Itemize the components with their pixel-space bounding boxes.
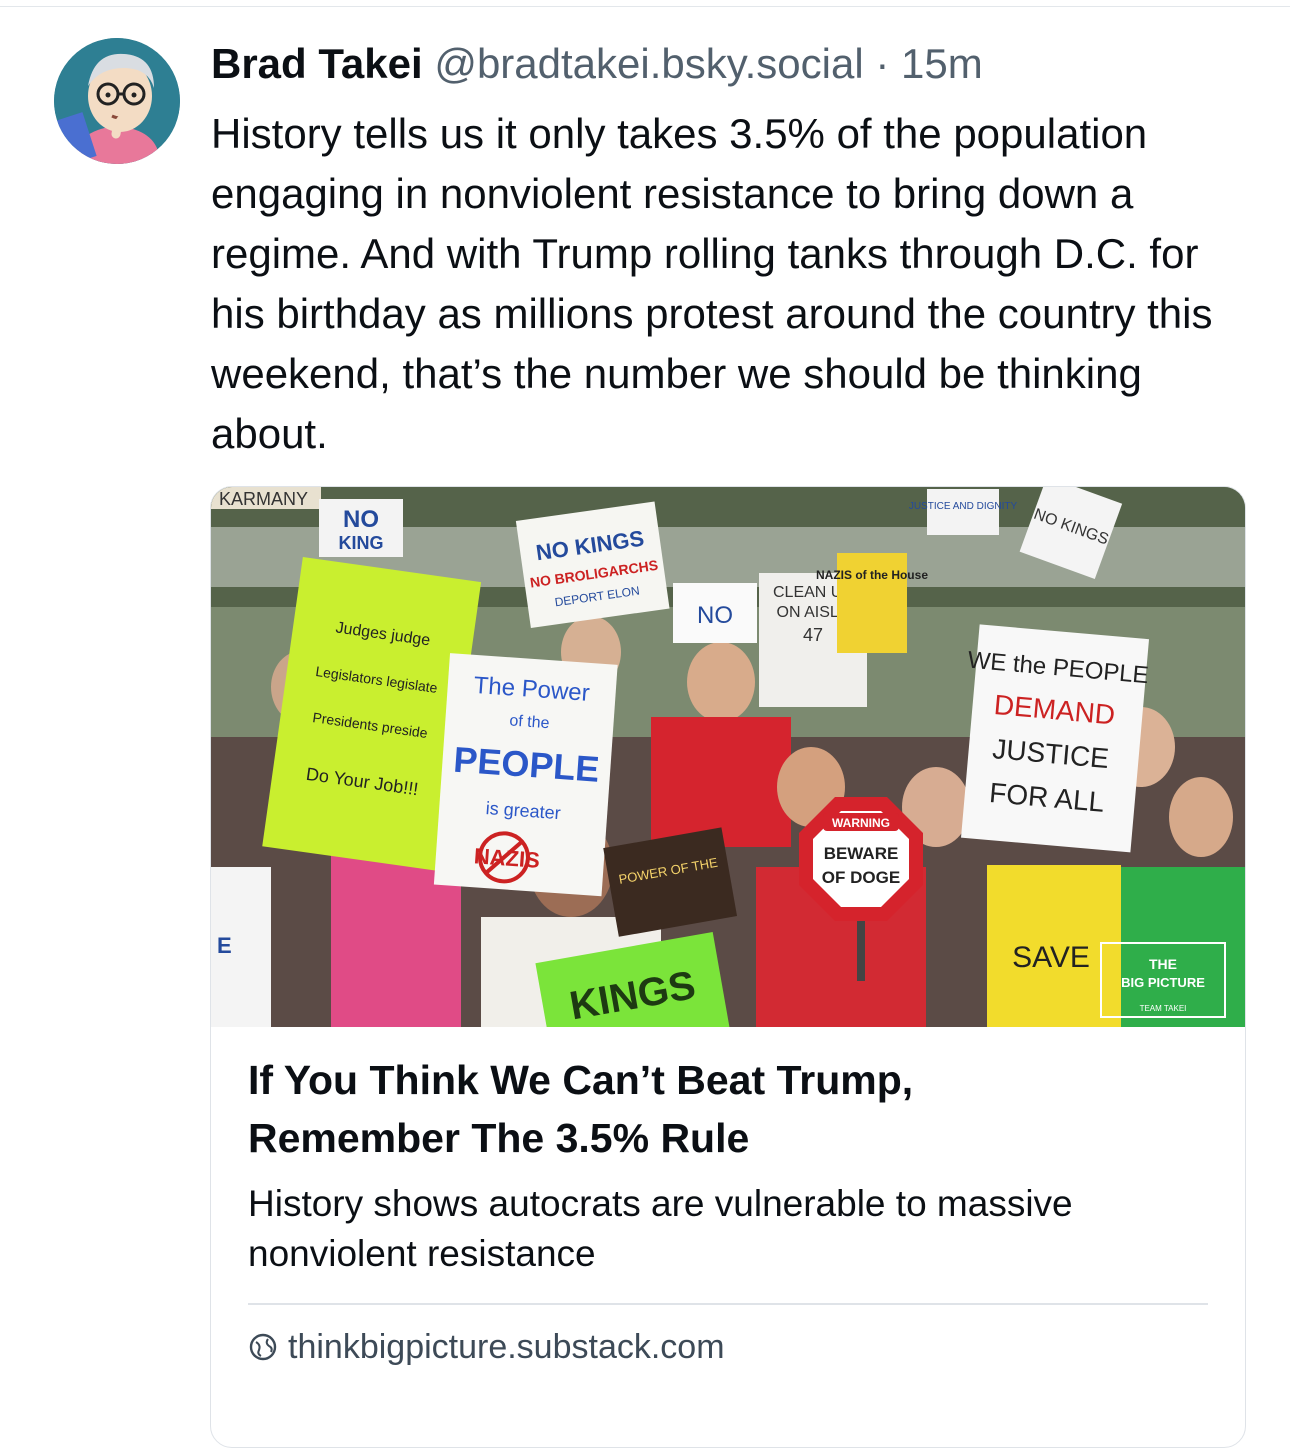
sign-justice: JUSTICE AND DIGNITY xyxy=(909,501,1018,512)
post-text: History tells us it only takes 3.5% of t… xyxy=(211,110,1213,457)
header-separator: · xyxy=(875,40,890,87)
link-preview-domain[interactable]: thinkbigpicture.substack.com xyxy=(248,1325,725,1369)
svg-text:KING: KING xyxy=(339,533,384,553)
watermark-line1: THE xyxy=(1149,956,1177,972)
author-handle[interactable]: @bradtakei.bsky.social xyxy=(434,40,863,87)
avatar[interactable] xyxy=(54,38,180,164)
link-preview-domain-text: thinkbigpicture.substack.com xyxy=(288,1328,725,1366)
sign-of-doge: OF DOGE xyxy=(822,868,900,887)
watermark-line2: BIG PICTURE xyxy=(1121,975,1205,990)
sign-karmany: KARMANY xyxy=(219,489,308,509)
sign-no: NO xyxy=(697,602,733,629)
sign-clean-up-3: 47 xyxy=(803,625,823,645)
top-divider xyxy=(0,6,1290,7)
author-name[interactable]: Brad Takei xyxy=(211,40,423,87)
link-preview-card[interactable]: KARMANY NO KING NO KINGS NO BROLIGARCHS … xyxy=(210,486,1246,1448)
post-timestamp[interactable]: 15m xyxy=(901,40,983,87)
svg-text:NO: NO xyxy=(343,506,379,533)
link-preview-title-line1: If You Think We Can’t Beat Trump, xyxy=(248,1057,914,1103)
sign-beware: BEWARE xyxy=(824,844,899,863)
link-preview-title-line2: Remember The 3.5% Rule xyxy=(248,1115,750,1161)
svg-text:E: E xyxy=(217,933,232,958)
post-header: Brad Takei @bradtakei.bsky.social · 15m xyxy=(211,38,983,90)
sign-nazis: NAZIS of the House xyxy=(816,568,928,582)
cartoon-avatar-icon xyxy=(54,38,180,164)
sign-warning: WARNING xyxy=(832,816,890,830)
sign-save: SAVE xyxy=(1012,941,1090,974)
sign-power-2: of the xyxy=(509,712,550,732)
globe-icon xyxy=(249,1333,277,1361)
link-preview-divider xyxy=(248,1303,1208,1305)
watermark-line3: TEAM TAKEI xyxy=(1140,1004,1187,1013)
link-preview-image: KARMANY NO KING NO KINGS NO BROLIGARCHS … xyxy=(211,487,1245,1027)
link-preview-title[interactable]: If You Think We Can’t Beat Trump, Remembe… xyxy=(248,1051,1208,1167)
link-preview-body: If You Think We Can’t Beat Trump, Remembe… xyxy=(248,1051,1208,1279)
link-preview-description: History shows autocrats are vulnerable t… xyxy=(248,1183,1073,1274)
